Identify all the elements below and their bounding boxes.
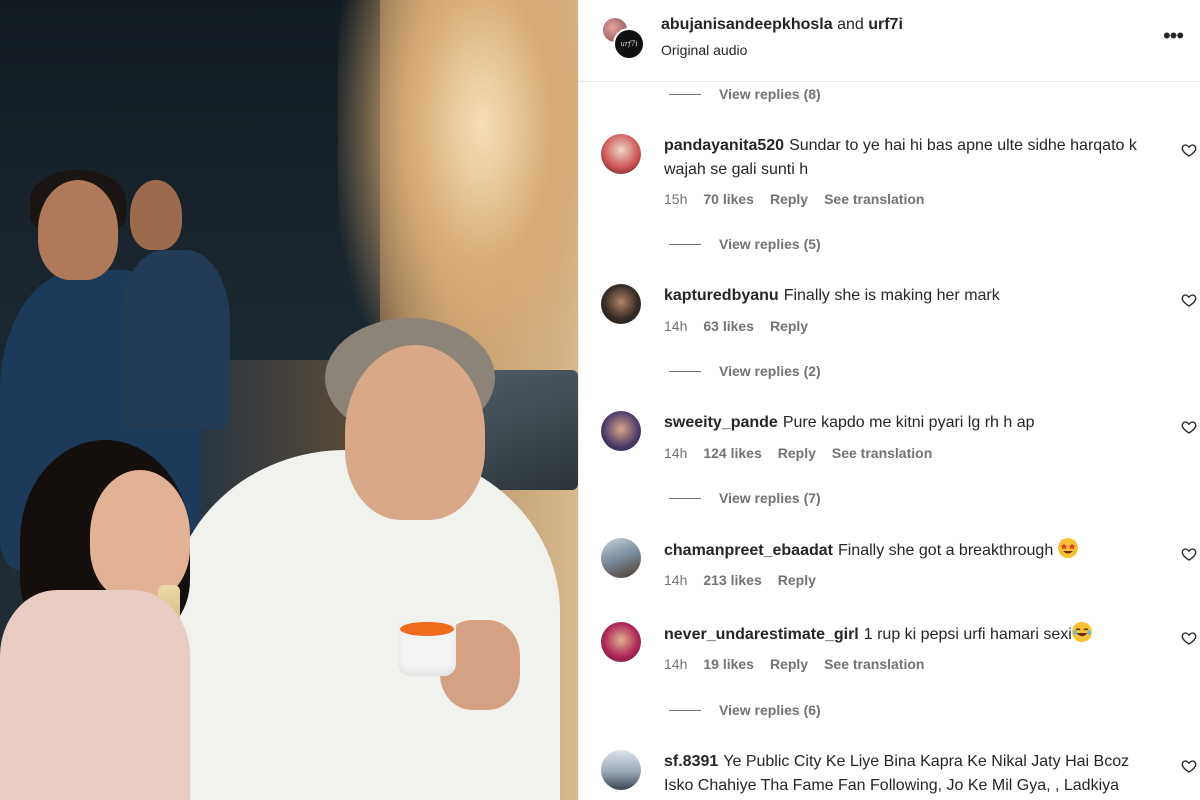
heart-outline-icon[interactable] bbox=[1181, 758, 1197, 774]
background-man-head bbox=[130, 180, 182, 250]
comment-text: Finally she got a breakthrough bbox=[837, 542, 1054, 559]
see-translation-button[interactable]: See translation bbox=[832, 445, 932, 461]
man-head bbox=[345, 345, 485, 520]
view-replies-label: View replies (6) bbox=[719, 702, 821, 718]
heart-outline-icon[interactable] bbox=[1181, 630, 1197, 646]
comment-body: sf.8391 Ye Public City Ke Liye Bina Kapra… bbox=[664, 750, 1144, 798]
comment-username[interactable]: pandayanita520 bbox=[664, 137, 784, 154]
comment-likes[interactable]: 70 likes bbox=[703, 191, 754, 207]
comment-likes[interactable]: 124 likes bbox=[703, 445, 761, 461]
woman-dress bbox=[0, 590, 190, 800]
comment-username[interactable]: kapturedbyanu bbox=[664, 287, 779, 304]
comment-body: sweeity_pande Pure kapdo me kitni pyari l… bbox=[664, 411, 1144, 435]
comment-time[interactable]: 14h bbox=[664, 656, 687, 672]
comment-body: kapturedbyanu Finally she is making her m… bbox=[664, 284, 1144, 308]
reply-button[interactable]: Reply bbox=[770, 318, 808, 334]
comment-time[interactable]: 14h bbox=[664, 572, 687, 588]
comment-time[interactable]: 14h bbox=[664, 445, 687, 461]
heart-outline-icon[interactable] bbox=[1181, 292, 1197, 308]
divider bbox=[669, 93, 701, 95]
comment-meta: 14h 19 likes Reply See translation bbox=[664, 656, 924, 672]
comment-meta: 14h 213 likes Reply bbox=[664, 572, 816, 588]
reply-button[interactable]: Reply bbox=[778, 445, 816, 461]
heart-outline-icon[interactable] bbox=[1181, 546, 1197, 562]
view-replies-button[interactable]: View replies (5) bbox=[669, 234, 821, 254]
more-options-icon[interactable]: ••• bbox=[1159, 22, 1187, 50]
avatar[interactable] bbox=[601, 284, 641, 324]
star-struck-emoji-icon bbox=[1057, 538, 1078, 558]
view-replies-button[interactable]: View replies (7) bbox=[669, 488, 821, 508]
woman-face bbox=[90, 470, 190, 600]
comment-body: chamanpreet_ebaadat Finally she got a bre… bbox=[664, 538, 1144, 563]
comment-likes[interactable]: 63 likes bbox=[703, 318, 754, 334]
tea-mug-rim bbox=[400, 622, 454, 636]
view-replies-label: View replies (8) bbox=[719, 86, 821, 102]
see-translation-button[interactable]: See translation bbox=[824, 656, 924, 672]
comment-username[interactable]: sf.8391 bbox=[664, 753, 718, 770]
collab-avatars[interactable]: urf7i bbox=[599, 14, 647, 62]
avatar[interactable] bbox=[601, 134, 641, 174]
background-woman-head bbox=[38, 180, 118, 280]
heart-outline-icon[interactable] bbox=[1181, 419, 1197, 435]
view-replies-label: View replies (2) bbox=[719, 363, 821, 379]
post-authors: abujanisandeepkhosla and urf7i bbox=[661, 16, 903, 34]
view-replies-button[interactable]: View replies (2) bbox=[669, 361, 821, 381]
comment-text: Pure kapdo me kitni pyari lg rh h ap bbox=[782, 414, 1035, 431]
divider bbox=[669, 370, 701, 372]
comment-text: Finally she is making her mark bbox=[783, 287, 1000, 304]
reply-button[interactable]: Reply bbox=[770, 656, 808, 672]
comments-panel: urf7i abujanisandeepkhosla and urf7i Ori… bbox=[578, 0, 1200, 800]
comment-time[interactable]: 15h bbox=[664, 191, 687, 207]
background-man-body bbox=[120, 250, 230, 430]
comment-meta: 14h 63 likes Reply bbox=[664, 318, 808, 334]
comment-body: pandayanita520 Sundar to ye hai hi bas ap… bbox=[664, 134, 1144, 182]
comment-username[interactable]: sweeity_pande bbox=[664, 414, 778, 431]
author-conjunction: and bbox=[837, 16, 864, 33]
see-translation-button[interactable]: See translation bbox=[824, 191, 924, 207]
view-replies-label: View replies (7) bbox=[719, 490, 821, 506]
background-equipment bbox=[480, 370, 578, 490]
divider bbox=[669, 243, 701, 245]
comment-likes[interactable]: 19 likes bbox=[703, 656, 754, 672]
comment-meta: 15h 70 likes Reply See translation bbox=[664, 191, 924, 207]
reel-video[interactable] bbox=[0, 0, 578, 800]
reply-button[interactable]: Reply bbox=[770, 191, 808, 207]
comment-likes[interactable]: 213 likes bbox=[703, 572, 761, 588]
divider bbox=[669, 709, 701, 711]
avatar[interactable] bbox=[601, 538, 641, 578]
avatar[interactable] bbox=[601, 411, 641, 451]
author-username[interactable]: urf7i bbox=[868, 16, 903, 33]
avatar[interactable] bbox=[601, 622, 641, 662]
author-username[interactable]: abujanisandeepkhosla bbox=[661, 16, 833, 33]
laughing-emoji-icon bbox=[1071, 622, 1092, 642]
comment-body: never_undarestimate_girl 1 rup ki pepsi u… bbox=[664, 622, 1144, 647]
reply-button[interactable]: Reply bbox=[778, 572, 816, 588]
avatar[interactable] bbox=[601, 750, 641, 790]
comment-username[interactable]: never_undarestimate_girl bbox=[664, 626, 859, 643]
comment-text: 1 rup ki pepsi urfi hamari sexi bbox=[863, 626, 1072, 643]
view-replies-button[interactable]: View replies (6) bbox=[669, 700, 821, 720]
comment-time[interactable]: 14h bbox=[664, 318, 687, 334]
heart-outline-icon[interactable] bbox=[1181, 142, 1197, 158]
post-header: urf7i abujanisandeepkhosla and urf7i Ori… bbox=[579, 0, 1200, 82]
comment-text: Ye Public City Ke Liye Bina Kapra Ke Nik… bbox=[664, 753, 1130, 794]
comment-meta: 14h 124 likes Reply See translation bbox=[664, 445, 932, 461]
avatar[interactable]: urf7i bbox=[613, 28, 645, 60]
divider bbox=[669, 497, 701, 499]
comment-username[interactable]: chamanpreet_ebaadat bbox=[664, 542, 833, 559]
view-replies-label: View replies (5) bbox=[719, 236, 821, 252]
view-replies-button[interactable]: View replies (8) bbox=[669, 84, 821, 104]
audio-label[interactable]: Original audio bbox=[661, 42, 747, 58]
